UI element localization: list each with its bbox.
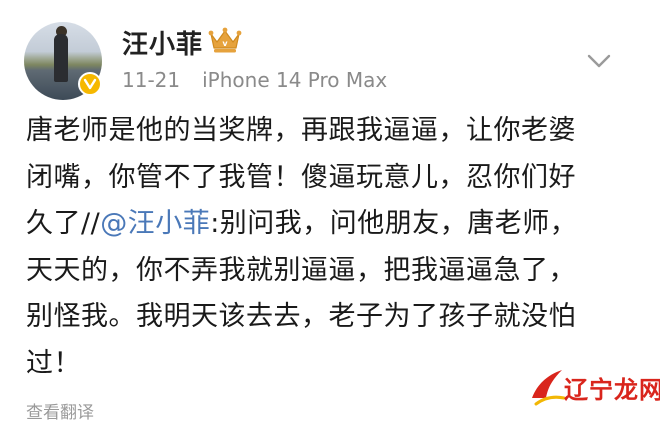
post-device: iPhone 14 Pro Max <box>202 68 388 92</box>
mention-link[interactable]: @汪小菲 <box>100 208 210 239</box>
translate-link[interactable]: 查看翻译 <box>26 398 94 423</box>
content-line: 天天的，你不弄我就别逼逼，把我逼逼急了， <box>26 254 576 286</box>
chevron-down-icon[interactable] <box>586 52 612 70</box>
post-content: 唐老师是他的当奖牌，再跟我逼逼，让你老婆 闭嘴，你管不了我管！傻逼玩意儿，忍你们… <box>26 108 640 387</box>
crown-icon[interactable]: v <box>208 26 242 54</box>
content-line: 闭嘴，你管不了我管！傻逼玩意儿，忍你们好 <box>26 161 576 193</box>
watermark-text: 辽宁龙网 <box>564 375 660 404</box>
svg-text:v: v <box>222 39 228 48</box>
repost-prefix: 久了// <box>26 208 101 239</box>
author-name[interactable]: 汪小菲 <box>122 24 203 61</box>
post-meta: 11-21 iPhone 14 Pro Max <box>122 68 387 92</box>
verified-badge-icon <box>78 72 102 96</box>
watermark: 辽宁龙网 <box>528 362 660 410</box>
repost-text: :别问我，问他朋友，唐老师， <box>210 208 578 239</box>
content-line: 久了//@汪小菲:别问我，问他朋友，唐老师， <box>26 201 640 248</box>
content-line: 别怪我。我明天该去去，老子为了孩子就没怕 <box>26 301 576 332</box>
content-line: 唐老师是他的当奖牌，再跟我逼逼，让你老婆 <box>26 115 576 146</box>
avatar-figure <box>54 34 68 82</box>
verified-v-icon <box>83 78 97 90</box>
weibo-post: 汪小菲 v 11-21 iPhone 14 Pro Max 唐老师是他的当奖牌，再… <box>0 0 660 426</box>
watermark-logo-icon <box>532 370 566 406</box>
post-date: 11-21 <box>122 68 181 92</box>
